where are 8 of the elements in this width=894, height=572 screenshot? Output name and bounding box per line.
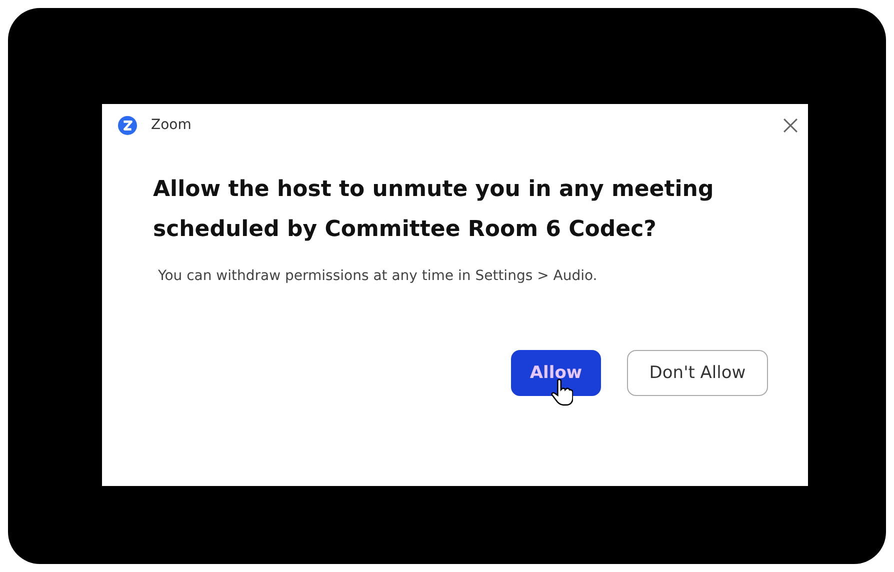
allow-button[interactable]: Allow	[511, 350, 601, 396]
close-icon[interactable]	[783, 118, 798, 132]
app-logo-icon	[118, 116, 137, 134]
dialog-message: You can withdraw permissions at any time in Settings > Audio.	[158, 268, 598, 284]
dialog-heading: Allow the host to unmute you in any meeting scheduled by Committee Room 6 Codec?	[153, 176, 715, 244]
window-title: Zoom	[151, 117, 192, 133]
deny-button[interactable]: Don't Allow	[627, 350, 768, 396]
hand-cursor-icon	[551, 378, 573, 406]
